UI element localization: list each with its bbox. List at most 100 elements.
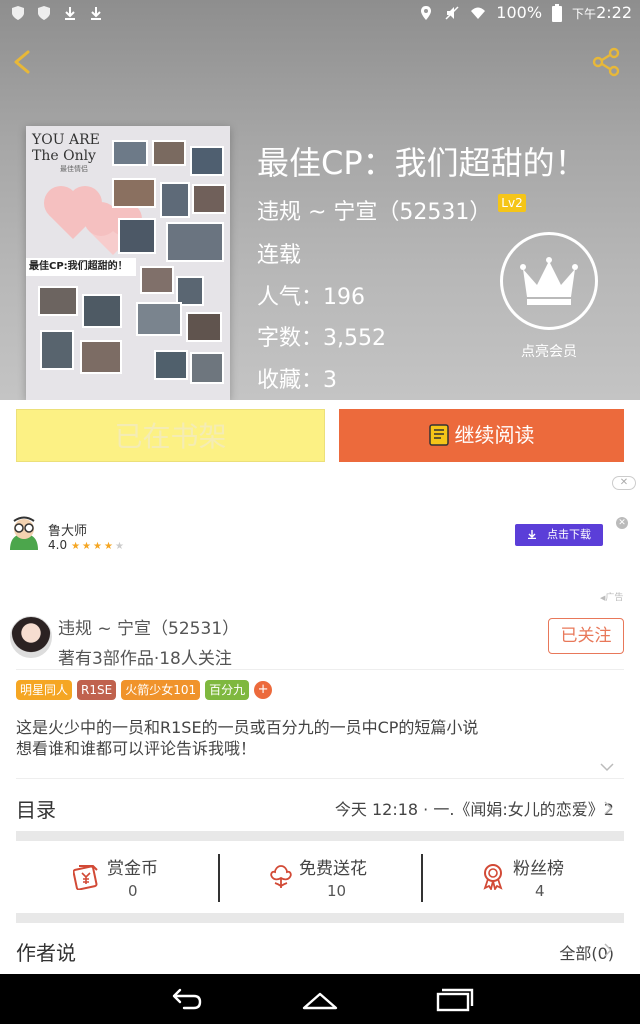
crown-icon (520, 257, 578, 305)
shield-icon (12, 6, 24, 20)
stat-label: 赏金币 (107, 859, 158, 879)
stat-value: 10 (327, 882, 347, 900)
ad-close-button[interactable]: ✕ (612, 476, 636, 490)
cover-small-text: 最佳情侣 (60, 165, 88, 173)
back-icon[interactable] (166, 986, 206, 1012)
cover-photo (192, 184, 226, 214)
battery-percent: 100% (496, 3, 543, 22)
cover-photo (112, 178, 156, 208)
location-icon (421, 5, 432, 20)
fan-ranking[interactable]: 粉丝榜 4 (424, 842, 628, 912)
ad-stars-off: ★ (114, 541, 126, 552)
recent-apps-icon[interactable] (434, 986, 474, 1012)
download-icon (528, 530, 536, 540)
ad-rating-value: 4.0 (48, 538, 68, 552)
cover-line1: YOU ARE (32, 132, 100, 148)
medal-icon (483, 864, 503, 890)
book-author[interactable]: 违规 ~ 宁宣（52531） (257, 194, 491, 226)
cover-photo (40, 330, 74, 370)
ad-rating: 4.0 ★★★★★ (48, 538, 126, 552)
stat-separator (421, 854, 423, 902)
cover-heading: YOU ARE The Only (32, 132, 100, 164)
stat-value: 4 (535, 882, 545, 900)
share-icon[interactable] (590, 46, 622, 78)
cover-title: 最佳CP:我们超甜的！ (26, 258, 136, 276)
time-prefix: 下午 (572, 7, 597, 21)
section-separator (16, 831, 624, 841)
author-name[interactable]: 违规 ~ 宁宣（52531） (58, 614, 239, 639)
ad-tag: ◀广告 (600, 590, 623, 603)
flower-icon (270, 865, 292, 888)
rating-stars-icon: ★★★★★ (71, 541, 126, 552)
tag[interactable]: 火箭少女101 (121, 680, 201, 700)
section-separator (16, 913, 624, 923)
description-line: 这是火少中的一员和R1SE的一员或百分九的一员中CP的短篇小说 (16, 718, 479, 737)
level-badge: Lv2 (498, 194, 526, 212)
ad-tag-label: 广告 (605, 593, 624, 603)
toc-latest-chapter[interactable]: 今天 12:18 · 一.《闻娟:女儿的恋爱》2 (335, 796, 614, 820)
ad-banner[interactable]: ✕ 鲁大师 4.0 ★★★★★ 点击下载 ✕ ◀广告 (0, 472, 640, 606)
followed-button[interactable]: 已关注 (548, 618, 624, 654)
download-icon (91, 7, 101, 20)
continue-reading-label: 继续阅读 (454, 423, 535, 447)
clock: 2:22 (596, 3, 632, 22)
shield-icon (38, 6, 50, 20)
cover-photo (140, 266, 174, 294)
cover-photo (152, 140, 186, 166)
cover-photo (112, 140, 148, 166)
tag-list: 明星同人 R1SE 火箭少女101 百分九 + (16, 680, 273, 700)
home-icon[interactable] (300, 986, 340, 1012)
action-bar: 已在书架 继续阅读 (0, 400, 640, 472)
tag[interactable]: 百分九 (205, 680, 250, 700)
chevron-right-icon[interactable] (604, 943, 613, 957)
cover-photo (166, 222, 224, 262)
vip-button[interactable] (500, 232, 598, 330)
status-bar: 100% 下午2:22 (0, 0, 640, 28)
ad-dismiss-icon[interactable]: ✕ (616, 517, 628, 529)
more-tags-button[interactable]: + (254, 681, 273, 699)
author-notes-label: 作者说 (16, 941, 76, 965)
author-avatar[interactable] (10, 616, 52, 658)
download-icon (65, 7, 75, 20)
app-logo-icon (10, 516, 38, 550)
back-arrow-icon[interactable] (8, 44, 36, 78)
book-description: 这是火少中的一员和R1SE的一员或百分九的一员中CP的短篇小说 想看谁和谁都可以… (16, 717, 616, 759)
toc-label[interactable]: 目录 (16, 794, 56, 823)
stat-label: 粉丝榜 (513, 859, 564, 879)
cover-photo (190, 352, 224, 384)
battery-icon (552, 3, 563, 22)
cover-photo (136, 302, 182, 336)
book-title: 最佳CP：我们超甜的！ (257, 144, 587, 182)
ad-download-button[interactable]: 点击下载 (515, 524, 603, 546)
ad-app-name: 鲁大师 (48, 524, 88, 539)
continue-reading-button[interactable]: 继续阅读 (339, 409, 624, 462)
in-bookshelf-button[interactable]: 已在书架 (16, 409, 325, 462)
reward-coins[interactable]: 赏金币 0 (16, 842, 220, 912)
book-cover[interactable]: YOU ARE The Only 最佳情侣 最佳CP:我们超甜的！ (26, 126, 230, 400)
tag[interactable]: R1SE (77, 680, 117, 700)
mute-icon (445, 5, 459, 20)
chevron-right-icon[interactable] (604, 801, 613, 815)
cover-line2: The Only (32, 148, 96, 164)
book-header: 100% 下午2:22 YOU ARE The Only 最佳情侣 最佳CP:我们… (0, 0, 640, 400)
vip-label: 点亮会员 (521, 344, 577, 360)
cover-photo (160, 182, 190, 218)
stat-label: 免费送花 (299, 859, 367, 879)
cover-photo (38, 286, 78, 316)
free-flowers[interactable]: 免费送花 10 (220, 842, 424, 912)
cover-photo (118, 218, 156, 254)
cover-photo (154, 350, 188, 380)
tag[interactable]: 明星同人 (16, 680, 73, 700)
divider (16, 669, 624, 670)
cover-photo (190, 146, 224, 176)
divider (16, 778, 624, 779)
popularity: 人气：196 (257, 285, 365, 310)
ad-download-label: 点击下载 (547, 528, 591, 541)
chevron-down-icon[interactable] (600, 762, 614, 772)
cover-photo (186, 312, 222, 342)
coin-red-packet-icon (73, 865, 98, 890)
cover-photo (80, 340, 122, 374)
stat-value: 0 (128, 882, 138, 900)
ad-stars-on: ★★★★ (71, 541, 115, 552)
word-count: 字数：3,552 (257, 326, 386, 351)
